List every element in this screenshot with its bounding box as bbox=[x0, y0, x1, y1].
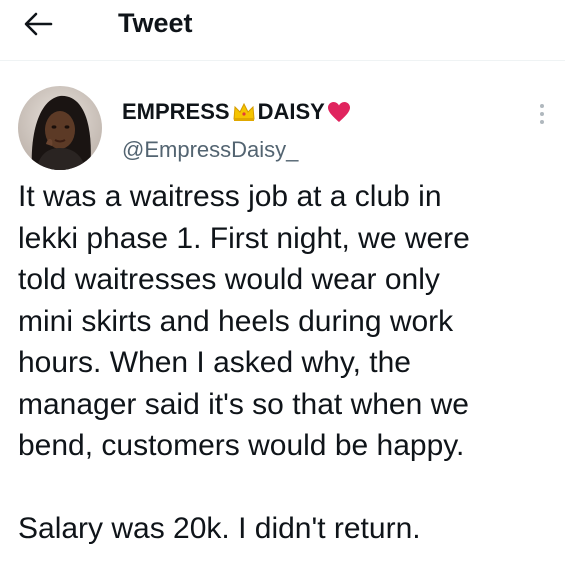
author-name-part-2: DAISY bbox=[257, 99, 325, 124]
page-title: Tweet bbox=[118, 8, 193, 38]
tweet-line: It was a waitress job at a club in bbox=[18, 180, 442, 213]
tweet-last-line: Salary was 20k. I didn't return. bbox=[18, 512, 421, 545]
author-display-name[interactable]: EMPRESS DAISY bbox=[122, 98, 353, 126]
author-handle[interactable]: @EmpressDaisy_ bbox=[122, 136, 298, 164]
author-name-part-1: EMPRESS bbox=[122, 99, 230, 124]
red-heart-icon bbox=[326, 100, 352, 124]
tweet-line: bend, customers would be happy. bbox=[18, 429, 465, 462]
more-options-button[interactable] bbox=[530, 100, 554, 128]
tweet-line: told waitresses would wear only bbox=[18, 263, 440, 296]
back-button[interactable] bbox=[18, 8, 58, 40]
avatar[interactable] bbox=[18, 86, 102, 170]
tweet-header: Tweet bbox=[0, 0, 565, 61]
tweet-line: hours. When I asked why, the bbox=[18, 346, 411, 379]
arrow-left-icon bbox=[24, 12, 53, 36]
crown-icon bbox=[231, 100, 257, 124]
tweet-line: lekki phase 1. First night, we were bbox=[18, 221, 470, 255]
more-vertical-icon bbox=[540, 104, 544, 124]
tweet-text: It was a waitress job at a club in lekki… bbox=[18, 176, 563, 550]
tweet-line: manager said it's so that when we bbox=[18, 387, 469, 421]
avatar-photo bbox=[18, 86, 102, 170]
tweet-line: mini skirts and heels during work bbox=[18, 304, 454, 338]
